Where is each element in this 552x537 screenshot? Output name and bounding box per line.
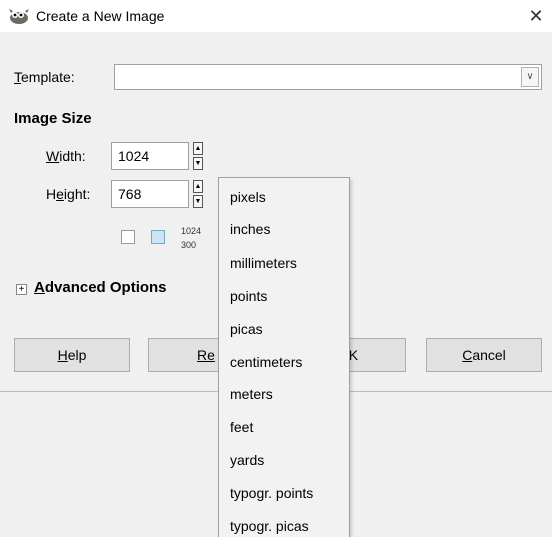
width-label: Width:: [46, 148, 86, 164]
size-info-line2: 300: [181, 240, 197, 250]
menu-item-points[interactable]: points: [230, 288, 267, 304]
menu-item-typogr-points[interactable]: typogr. points: [230, 485, 313, 501]
template-label-mnemonic: T: [14, 69, 21, 85]
help-mnemonic: H: [57, 347, 68, 363]
height-label: Height:: [46, 186, 90, 202]
gimp-icon: [9, 9, 29, 24]
width-up-arrow-icon[interactable]: ▲: [193, 142, 203, 155]
height-label-first: H: [46, 186, 57, 202]
menu-item-inches[interactable]: inches: [230, 221, 270, 237]
template-label-text: emplate:: [21, 69, 75, 85]
height-down-arrow-icon[interactable]: ▼: [193, 195, 203, 208]
height-label-mnemonic: e: [56, 186, 64, 202]
menu-item-yards[interactable]: yards: [230, 452, 264, 468]
menu-item-typogr-picas[interactable]: typogr. picas: [230, 518, 309, 534]
advanced-label-text: dvanced Options: [44, 279, 167, 296]
title-bar: Create a New Image ✕: [0, 0, 552, 32]
landscape-icon[interactable]: [151, 230, 165, 244]
expand-icon[interactable]: +: [16, 284, 27, 295]
menu-item-feet[interactable]: feet: [230, 419, 253, 435]
menu-item-centimeters[interactable]: centimeters: [230, 354, 302, 370]
units-dropdown-menu: pixels inches millimeters points picas c…: [218, 177, 350, 537]
reset-label: Re: [197, 347, 215, 363]
cancel-mnemonic: C: [462, 347, 473, 363]
advanced-options-expander[interactable]: Advanced Options: [34, 279, 167, 296]
width-label-text: idth:: [59, 148, 86, 164]
ok-label: K: [348, 347, 359, 363]
chevron-down-icon[interactable]: ∨: [521, 67, 539, 87]
height-input[interactable]: 768: [111, 180, 189, 208]
height-label-text: ight:: [63, 186, 91, 202]
advanced-mnemonic: A: [34, 279, 45, 296]
menu-item-picas[interactable]: picas: [230, 321, 263, 337]
template-combo[interactable]: ∨: [114, 64, 542, 90]
width-stepper[interactable]: ▲ ▼: [193, 142, 203, 170]
portrait-icon[interactable]: [121, 230, 135, 244]
height-stepper[interactable]: ▲ ▼: [193, 180, 203, 208]
image-size-title: Image Size: [14, 110, 92, 127]
close-button[interactable]: ✕: [524, 4, 548, 28]
cancel-label: ancel: [472, 347, 506, 363]
menu-item-millimeters[interactable]: millimeters: [230, 255, 297, 271]
template-label: Template:: [14, 69, 75, 85]
width-label-mnemonic: W: [46, 148, 60, 164]
menu-item-meters[interactable]: meters: [230, 386, 273, 402]
help-label: elp: [67, 347, 87, 363]
cancel-button[interactable]: Cancel: [426, 338, 542, 372]
menu-item-pixels[interactable]: pixels: [230, 189, 266, 205]
width-input[interactable]: 1024: [111, 142, 189, 170]
window-title: Create a New Image: [36, 8, 165, 24]
width-down-arrow-icon[interactable]: ▼: [193, 157, 203, 170]
height-up-arrow-icon[interactable]: ▲: [193, 180, 203, 193]
size-info-line1: 1024: [181, 226, 202, 236]
help-button[interactable]: Help: [14, 338, 130, 372]
